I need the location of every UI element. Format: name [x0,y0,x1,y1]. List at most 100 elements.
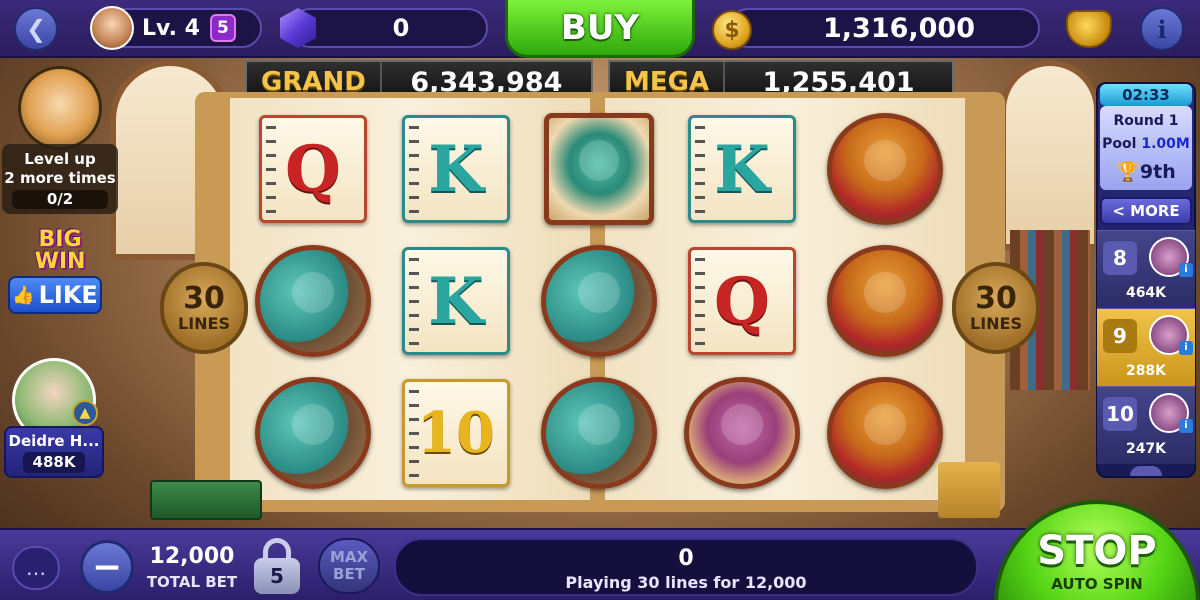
reel-cell [821,374,949,492]
player-info-icon[interactable]: i [1179,263,1193,277]
caret-up-icon[interactable] [1130,466,1162,476]
player-rank: 10 [1103,397,1137,431]
lines-badge-left: 30 LINES [160,262,248,354]
player-score: 464K [1125,285,1167,301]
player-info-icon[interactable]: i [1179,341,1193,355]
info-icon: i [1157,14,1167,44]
tournament-info[interactable]: Round 1 Pool 1.00M 🏆9th [1100,106,1192,190]
reel-cell: Q [678,242,806,360]
level-text: Lv. 4 [142,15,200,41]
reel-cell [535,242,663,360]
letter-card-symbol: Q [688,247,796,355]
player-info-icon[interactable]: i [1179,419,1193,433]
friend-rank-badge-icon: ▲ [72,400,98,426]
levelup-line2: 2 more times [4,168,116,187]
lines-badge-text: LINES [970,313,1022,333]
character-face [291,272,335,314]
level-pill[interactable]: Lv. 4 5 [90,6,262,50]
symbol-letter: K [714,131,770,207]
reel-cell: Q [249,110,377,228]
tournament-pool: Pool 1.00M [1100,136,1192,152]
big-win-logo[interactable]: BIG WIN [18,226,102,276]
total-bet-value: 12,000 [149,544,235,569]
levelup-miner-avatar[interactable] [18,66,102,150]
reel-grid[interactable]: Q K K 10 K Q [243,106,958,502]
turtle-character-symbol [255,245,371,357]
lines-badge-text: LINES [178,313,230,333]
coin-icon: $ [712,10,752,50]
reel-cell: 10 [392,374,520,492]
reel-cell [249,374,377,492]
monster-character-symbol [827,113,943,225]
tournament-player-row[interactable]: 9 i 288K [1097,308,1195,386]
character-face [863,140,907,182]
thumbs-up-icon: 👍 [12,284,35,306]
turtle-character-symbol [541,245,657,357]
friend-name: Deidre H... [8,432,100,450]
letter-card-symbol: Q [259,115,367,223]
letter-card-symbol: K [688,115,796,223]
reel-cell [678,374,806,492]
friend-coins: 488K [22,452,86,473]
bet-lock-icon[interactable]: 5 [252,538,302,596]
player-rank: 8 [1103,241,1137,275]
levelup-box[interactable]: Level up 2 more times 0/2 [2,144,118,214]
pencil-cup-prop [938,462,1000,518]
dragon-character-symbol [544,113,654,225]
tournament-round: Round 1 [1113,112,1179,129]
win-amount: 0 [678,546,694,571]
stop-label: STOP [1037,528,1157,574]
total-bet-label: TOTAL BET [146,573,238,591]
letter-card-symbol: K [402,115,510,223]
green-book-prop [150,480,262,520]
max-bet-line2: BET [333,565,365,583]
lady-character-symbol [684,377,800,489]
friend-info[interactable]: Deidre H... 488K [4,426,104,478]
player-rank: 9 [1103,319,1137,353]
back-button[interactable]: ❮ [14,7,58,51]
monster-character-symbol [827,245,943,357]
character-face [577,272,621,314]
turtle-character-symbol [541,377,657,489]
chat-bubble-icon: … [26,556,46,580]
slot-game-screen: ❮ Lv. 4 5 0 BUY 1,316,000 $ i GRAND 6,34… [0,0,1200,600]
auto-spin-label: AUTO SPIN [1051,575,1143,593]
lines-badge-right: 30 LINES [952,262,1040,354]
more-button[interactable]: < MORE [1100,197,1192,225]
tournament-player-row[interactable]: 10 i 247K [1097,386,1195,464]
chat-button[interactable]: … [12,546,60,590]
player-avatar [90,6,134,50]
level-badge: 5 [209,14,236,42]
chevron-left-icon: ❮ [25,15,47,43]
letter-card-symbol: 10 [402,379,510,487]
character-face [577,404,621,446]
reel-cell: K [392,110,520,228]
decrease-bet-button[interactable]: − [80,540,134,594]
coins-pill[interactable]: 1,316,000 [728,8,1040,48]
character-face [863,272,907,314]
tournament-rank-value: 9th [1139,161,1176,184]
like-button[interactable]: 👍 LIKE [8,276,102,314]
symbol-letter: K [428,263,484,339]
symbol-letter: K [428,131,484,207]
letter-card-symbol: K [402,247,510,355]
tournament-pool-label: Pool [1102,136,1137,153]
character-face [579,140,619,182]
max-bet-button[interactable]: MAX BET [318,538,380,594]
tournament-timer: 02:33 [1100,84,1192,106]
gems-pill[interactable]: 0 [290,8,488,48]
info-button[interactable]: i [1140,7,1184,51]
lock-level: 5 [254,558,300,594]
reel-cell: K [392,242,520,360]
lines-badge-number: 30 [975,280,1017,316]
monster-character-symbol [827,377,943,489]
turtle-character-symbol [255,377,371,489]
reel-cell [535,374,663,492]
player-score: 288K [1125,363,1167,379]
minus-icon: − [91,546,123,588]
coins-count: 1,316,000 [822,12,976,44]
gems-count: 0 [392,14,410,42]
tournament-player-row[interactable]: 8 i 464K [1097,230,1195,308]
lines-badge-number: 30 [183,280,225,316]
buy-button[interactable]: BUY [505,0,695,58]
